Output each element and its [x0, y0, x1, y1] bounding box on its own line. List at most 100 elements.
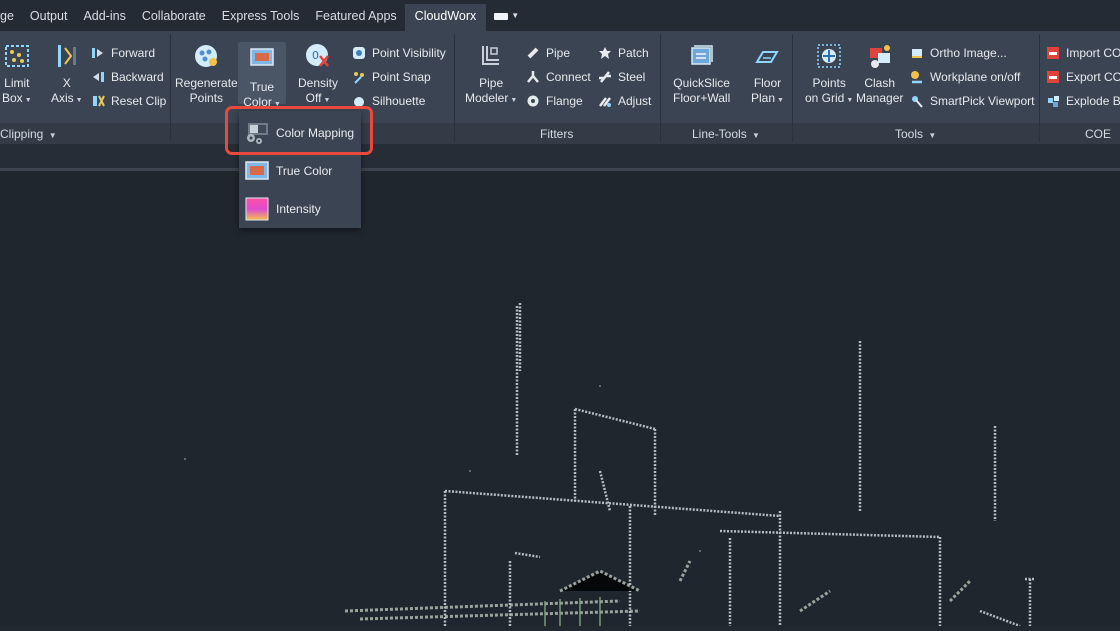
- points-on-grid-label-2: on Grid: [805, 91, 845, 105]
- clash-manager-button[interactable]: Clash Manager: [856, 42, 903, 106]
- panel-clipping[interactable]: Clipping ▼: [0, 127, 57, 141]
- forward-label: Forward: [111, 46, 156, 60]
- tab-express-tools[interactable]: Express Tools: [214, 4, 308, 31]
- panel-separator: [170, 34, 171, 142]
- panel-fitters[interactable]: Fitters: [540, 127, 573, 141]
- pipe-icon: [526, 46, 540, 60]
- reset-clip-button[interactable]: Reset Clip: [91, 92, 166, 110]
- quickslice-button[interactable]: QuickSlice Floor+Wall: [673, 42, 730, 106]
- true-color-label-1: True: [249, 80, 275, 94]
- tab-manage[interactable]: ge: [0, 4, 22, 31]
- eye-icon: [352, 46, 366, 60]
- adjust-icon: [598, 94, 612, 108]
- floor-plan-icon: [753, 42, 781, 70]
- forward-button[interactable]: Forward: [91, 44, 155, 62]
- x-axis-icon: [53, 42, 81, 70]
- ortho-image-button[interactable]: Ortho Image...: [910, 44, 1007, 62]
- chevron-down-icon: ▼: [752, 131, 760, 140]
- panel-line-tools[interactable]: Line-Tools ▼: [692, 127, 760, 141]
- regenerate-label-1: Regenerate: [175, 76, 238, 90]
- point-cloud-scan: [184, 303, 1035, 628]
- true-color-button[interactable]: True Color ▼: [238, 42, 286, 109]
- adjust-label: Adjust: [618, 94, 652, 108]
- x-axis-label-2: Axis: [51, 91, 74, 105]
- forward-icon: [91, 46, 105, 60]
- flange-button[interactable]: Flange: [526, 92, 583, 110]
- limit-box-button[interactable]: Limit Box ▼: [2, 42, 32, 108]
- point-visibility-label: Point Visibility: [372, 46, 446, 60]
- explode-label: Explode B: [1066, 94, 1120, 108]
- highlight-annotation: [225, 106, 373, 155]
- flange-label: Flange: [546, 94, 583, 108]
- point-visibility-button[interactable]: Point Visibility: [352, 44, 446, 62]
- clash-manager-icon: [866, 42, 894, 70]
- density-off-icon: 0: [304, 42, 332, 70]
- panel-tools-label: Tools: [895, 127, 924, 141]
- patch-icon: [598, 46, 612, 60]
- pipe-button[interactable]: Pipe: [526, 44, 570, 62]
- workplane-icon: [910, 70, 924, 84]
- import-coe-button[interactable]: Import CO: [1046, 44, 1120, 62]
- x-axis-label-1: X: [62, 76, 71, 90]
- regenerate-points-button[interactable]: Regenerate Points: [175, 42, 238, 106]
- panel-separator: [1039, 34, 1040, 142]
- workplane-button[interactable]: Workplane on/off: [910, 68, 1020, 86]
- ortho-image-label: Ortho Image...: [930, 46, 1007, 60]
- explode-button[interactable]: Explode B: [1046, 92, 1120, 110]
- tab-featured-apps[interactable]: Featured Apps: [307, 4, 404, 31]
- tab-overflow-menu[interactable]: ▼: [486, 4, 527, 31]
- tab-collaborate[interactable]: Collaborate: [134, 4, 214, 31]
- export-coe-button[interactable]: Export CO: [1046, 68, 1120, 86]
- chevron-down-icon: ▼: [323, 97, 331, 104]
- floor-plan-button[interactable]: Floor Plan ▼: [751, 42, 784, 108]
- backward-button[interactable]: Backward: [91, 68, 164, 86]
- adjust-button[interactable]: Adjust: [598, 92, 651, 110]
- connect-button[interactable]: Connect: [526, 68, 591, 86]
- quickslice-label-2: Floor+Wall: [673, 91, 731, 105]
- coe-import-icon: [1046, 46, 1060, 60]
- smartpick-label: SmartPick Viewport: [930, 94, 1035, 108]
- points-on-grid-button[interactable]: Points on Grid ▼: [805, 42, 853, 108]
- export-coe-label: Export CO: [1066, 70, 1120, 84]
- patch-button[interactable]: Patch: [598, 44, 649, 62]
- backward-icon: [91, 70, 105, 84]
- menu-item-true-color[interactable]: True Color: [244, 155, 356, 187]
- regenerate-label-2: Points: [189, 91, 224, 105]
- tab-cloudworx[interactable]: CloudWorx: [404, 4, 487, 31]
- x-axis-button[interactable]: X Axis ▼: [51, 42, 83, 108]
- tab-add-ins[interactable]: Add-ins: [75, 4, 133, 31]
- panel-separator: [792, 34, 793, 142]
- point-snap-button[interactable]: Point Snap: [352, 68, 431, 86]
- regenerate-points-icon: [192, 42, 220, 70]
- true-color-icon: [244, 159, 270, 183]
- chevron-down-icon: ▼: [846, 97, 854, 104]
- explode-icon: [1046, 94, 1060, 108]
- smartpick-viewport-button[interactable]: SmartPick Viewport: [910, 92, 1034, 110]
- drawing-viewport[interactable]: [0, 171, 1120, 628]
- menu-bar: ge Output Add-ins Collaborate Express To…: [0, 0, 1120, 31]
- window-icon: [494, 12, 509, 20]
- limit-box-label-1: Limit: [4, 76, 30, 90]
- intensity-label: Intensity: [276, 202, 321, 216]
- menu-item-intensity[interactable]: Intensity: [244, 193, 356, 225]
- steel-button[interactable]: Steel: [598, 68, 645, 86]
- point-snap-label: Point Snap: [372, 70, 431, 84]
- chevron-down-icon: ▼: [511, 11, 520, 20]
- density-off-button[interactable]: 0 Density Off ▼: [298, 42, 338, 108]
- panel-coe[interactable]: COE: [1085, 127, 1111, 141]
- backward-label: Backward: [111, 70, 164, 84]
- smartpick-icon: [910, 94, 924, 108]
- tab-output[interactable]: Output: [22, 4, 76, 31]
- true-color-label: True Color: [276, 164, 333, 178]
- workplane-label: Workplane on/off: [930, 70, 1021, 84]
- connect-icon: [526, 70, 540, 84]
- panel-tools[interactable]: Tools ▼: [895, 127, 936, 141]
- pipe-modeler-label-2-row: Modeler ▼: [465, 91, 517, 108]
- pipe-modeler-button[interactable]: Pipe Modeler ▼: [465, 42, 517, 108]
- steel-label: Steel: [618, 70, 646, 84]
- x-axis-label-2-row: Axis ▼: [51, 91, 83, 108]
- true-color-icon: [248, 46, 276, 74]
- chevron-down-icon: ▼: [24, 97, 32, 104]
- connect-label: Connect: [546, 70, 591, 84]
- reset-clip-icon: [91, 94, 105, 108]
